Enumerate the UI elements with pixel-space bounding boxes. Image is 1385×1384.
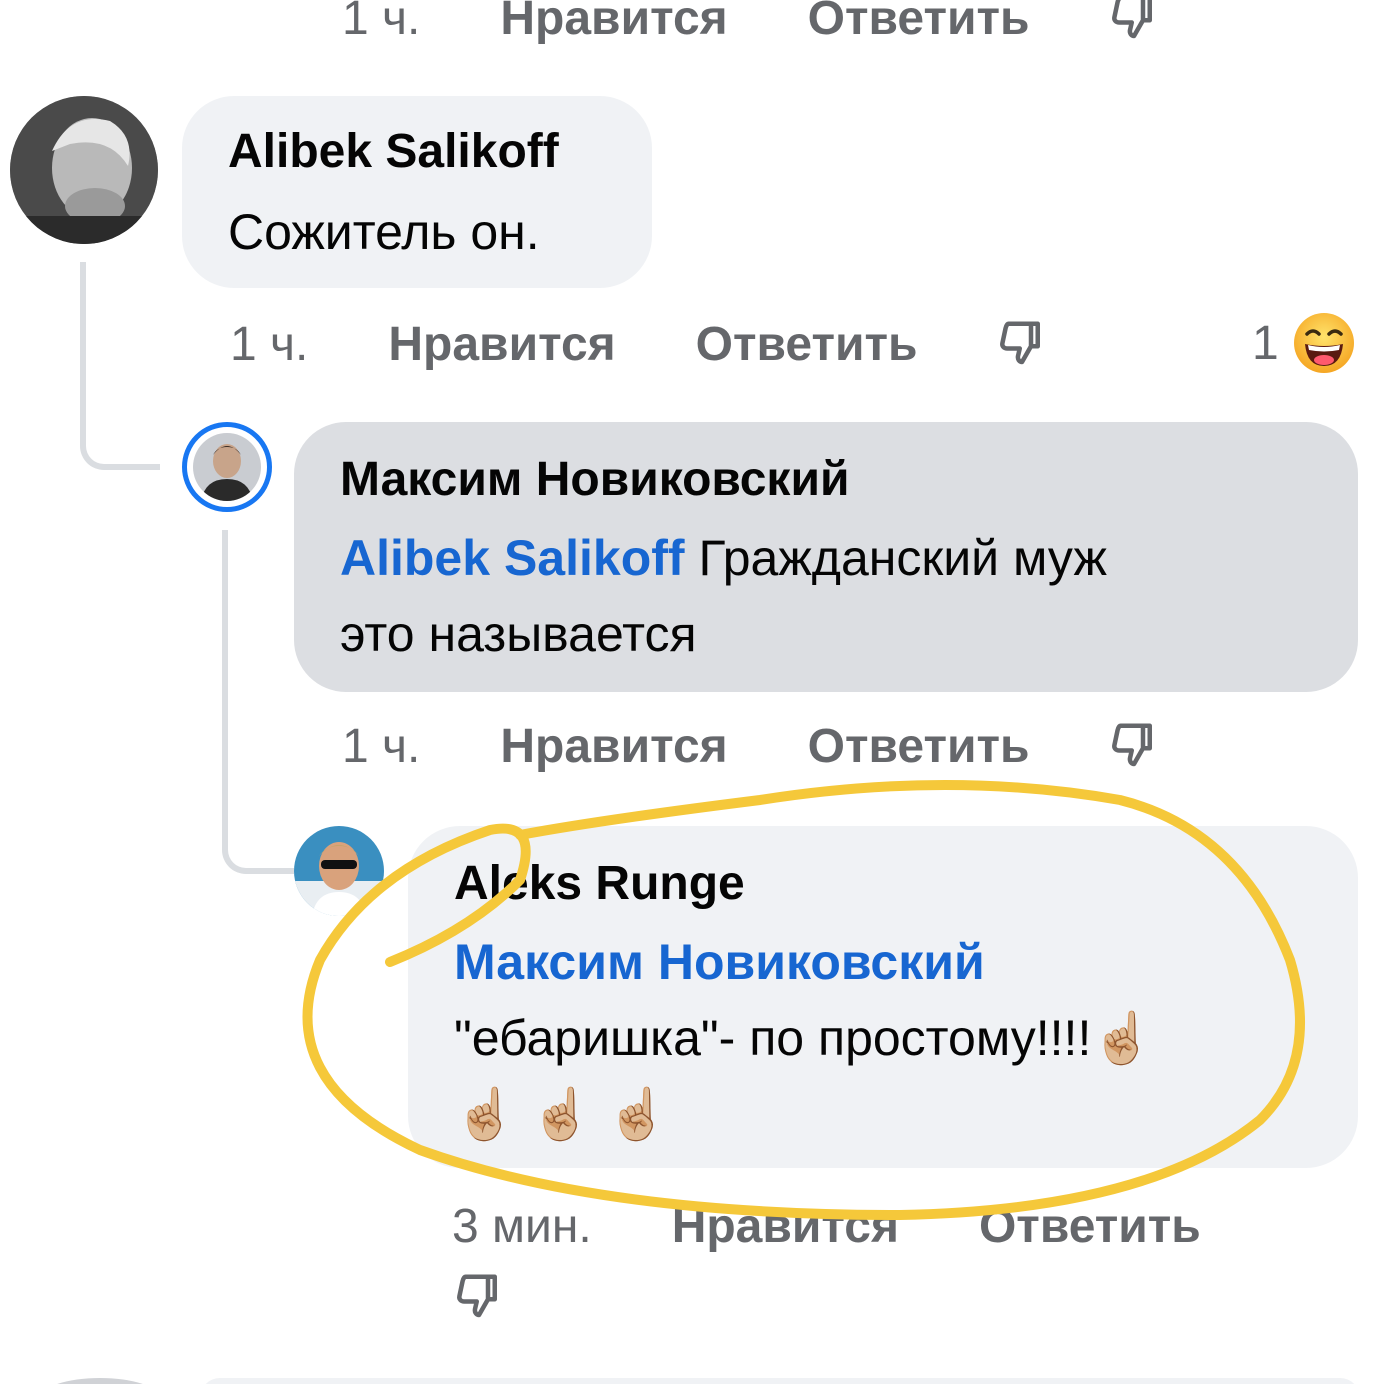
like-button[interactable]: Нравится [388, 317, 615, 372]
comment-time: 3 мин. [452, 1199, 592, 1253]
comment-text: Гражданский муж [698, 530, 1107, 586]
comment-text: Сожитель он. [228, 204, 540, 260]
comment-actions: 3 мин. Нравится Ответить [452, 1196, 1201, 1256]
pointing-up-emoji-icon: ☝🏼 [606, 1086, 669, 1142]
avatar[interactable] [294, 826, 384, 916]
comment-bubble: Alibek Salikoff Сожитель он. [182, 96, 652, 288]
comment-author[interactable]: Alibek Salikoff [228, 124, 559, 179]
laughing-emoji-icon [1293, 312, 1355, 374]
comment-body: Alibek Salikoff Гражданский муж это назы… [340, 520, 1320, 672]
reactions-summary[interactable]: 1 [1252, 312, 1355, 374]
mention-link[interactable]: Alibek Salikoff [340, 530, 685, 586]
next-comment-bubble [200, 1378, 1360, 1384]
reply-button[interactable]: Ответить [808, 719, 1030, 774]
comment-actions: 1 ч. Нравится Ответить [342, 716, 1161, 776]
comment-bubble: Aleks Runge Максим Новиковский "ебаришка… [408, 826, 1358, 1168]
avatar[interactable] [10, 96, 158, 244]
reaction-count: 1 [1252, 316, 1279, 370]
next-comment-avatar [40, 1378, 160, 1384]
comment-bubble: Максим Новиковский Alibek Salikoff Гражд… [294, 422, 1358, 692]
reply-button[interactable]: Ответить [808, 0, 1030, 46]
dislike-icon[interactable] [995, 317, 1049, 371]
dislike-icon[interactable] [1107, 0, 1161, 45]
avatar[interactable] [182, 422, 272, 512]
thread-line-2 [222, 530, 294, 874]
dislike-icon[interactable] [1107, 719, 1161, 773]
pointing-up-emoji-icon: ☝🏼 [1091, 1010, 1154, 1066]
thread-line-1 [80, 262, 160, 470]
like-button[interactable]: Нравится [672, 1199, 899, 1254]
comment-actions: 1 ч. Нравится Ответить [230, 314, 1049, 374]
reply-button[interactable]: Ответить [979, 1199, 1201, 1254]
reply-button[interactable]: Ответить [696, 317, 918, 372]
comment-time: 1 ч. [342, 719, 421, 773]
comment-author[interactable]: Максим Новиковский [340, 452, 849, 507]
dislike-icon[interactable] [452, 1270, 506, 1324]
comment-text: "ебаришка"- по простому!!!! [454, 1010, 1092, 1066]
like-button[interactable]: Нравится [500, 719, 727, 774]
comment-body: Максим Новиковский "ебаришка"- по просто… [454, 924, 1334, 1152]
comment-text: это называется [340, 606, 697, 662]
like-button[interactable]: Нравится [500, 0, 727, 46]
mention-link[interactable]: Максим Новиковский [454, 934, 985, 990]
comment-time: 1 ч. [230, 317, 309, 371]
pointing-up-emoji-icon: ☝🏼 [530, 1086, 593, 1142]
pointing-up-emoji-icon: ☝🏼 [454, 1086, 517, 1142]
top-comment-actions: 1 ч. Нравится Ответить [342, 0, 1161, 48]
comment-author[interactable]: Aleks Runge [454, 856, 745, 911]
comment-time: 1 ч. [342, 0, 421, 45]
